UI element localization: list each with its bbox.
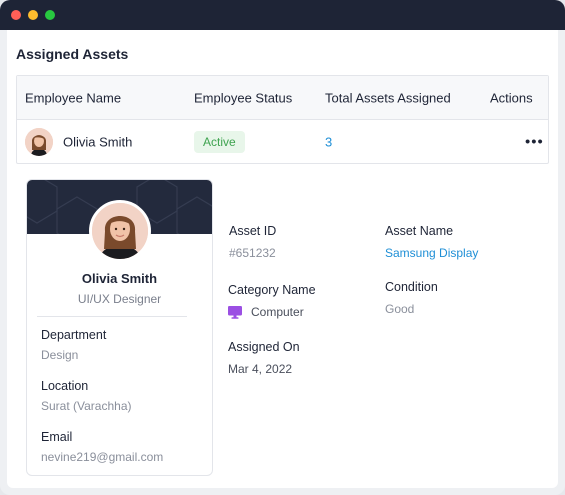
main-content: Assigned Assets Employee Name Employee S… (7, 30, 558, 488)
profile-name: Olivia Smith (81, 271, 158, 286)
close-window-button[interactable] (11, 10, 21, 20)
title-bar (0, 0, 565, 30)
category-field: Category Name Computer (228, 283, 316, 319)
header-total-assets: Total Assets Assigned (325, 90, 451, 105)
employee-profile-card: Olivia Smith UI/UX Designer Department D… (26, 179, 213, 476)
asset-id-value: #651232 (229, 246, 276, 260)
department-field: Department Design (41, 328, 106, 362)
assigned-on-value: Mar 4, 2022 (228, 362, 293, 376)
employee-name[interactable]: Olivia Smith (63, 134, 132, 149)
profile-role: UI/UX Designer (77, 292, 162, 306)
condition-value: Good (385, 302, 415, 316)
department-value: Design (41, 348, 79, 362)
asset-name-label: Asset Name (385, 224, 454, 238)
email-value: nevine219@gmail.com (41, 450, 164, 464)
condition-label: Condition (385, 280, 438, 294)
assigned-on-field: Assigned On Mar 4, 2022 (228, 340, 300, 376)
department-label: Department (41, 328, 107, 342)
section-title: Assigned Assets (16, 46, 129, 62)
header-employee-status: Employee Status (194, 90, 293, 105)
asset-name-link[interactable]: Samsung Display (385, 246, 478, 260)
assigned-on-label: Assigned On (228, 340, 300, 354)
total-assets-link[interactable]: 3 (325, 134, 332, 149)
category-value-row: Computer (228, 305, 316, 319)
status-badge: Active (194, 130, 245, 153)
location-label: Location (41, 379, 89, 393)
category-label: Category Name (228, 283, 316, 297)
asset-id-field: Asset ID #651232 (229, 224, 276, 260)
app-window: Assigned Assets Employee Name Employee S… (0, 0, 565, 495)
asset-name-field: Asset Name Samsung Display (385, 224, 478, 260)
condition-field: Condition Good (385, 280, 438, 316)
minimize-window-button[interactable] (28, 10, 38, 20)
table-header: Employee Name Employee Status Total Asse… (17, 76, 548, 120)
email-field: Email nevine219@gmail.com (41, 430, 163, 464)
profile-avatar (89, 200, 151, 262)
email-label: Email (41, 430, 73, 444)
divider (37, 316, 187, 317)
location-value: Surat (Varachha) (41, 399, 132, 413)
avatar (25, 127, 53, 156)
monitor-icon (228, 305, 242, 319)
maximize-window-button[interactable] (45, 10, 55, 20)
table-row[interactable]: Olivia Smith Active 3 ••• (17, 120, 548, 163)
header-employee-name: Employee Name (25, 90, 122, 105)
header-actions: Actions (490, 90, 533, 105)
asset-id-label: Asset ID (229, 224, 277, 238)
more-horizontal-icon[interactable]: ••• (525, 133, 544, 150)
assets-table: Employee Name Employee Status Total Asse… (16, 75, 549, 164)
location-field: Location Surat (Varachha) (41, 379, 132, 413)
category-value: Computer (251, 305, 304, 319)
